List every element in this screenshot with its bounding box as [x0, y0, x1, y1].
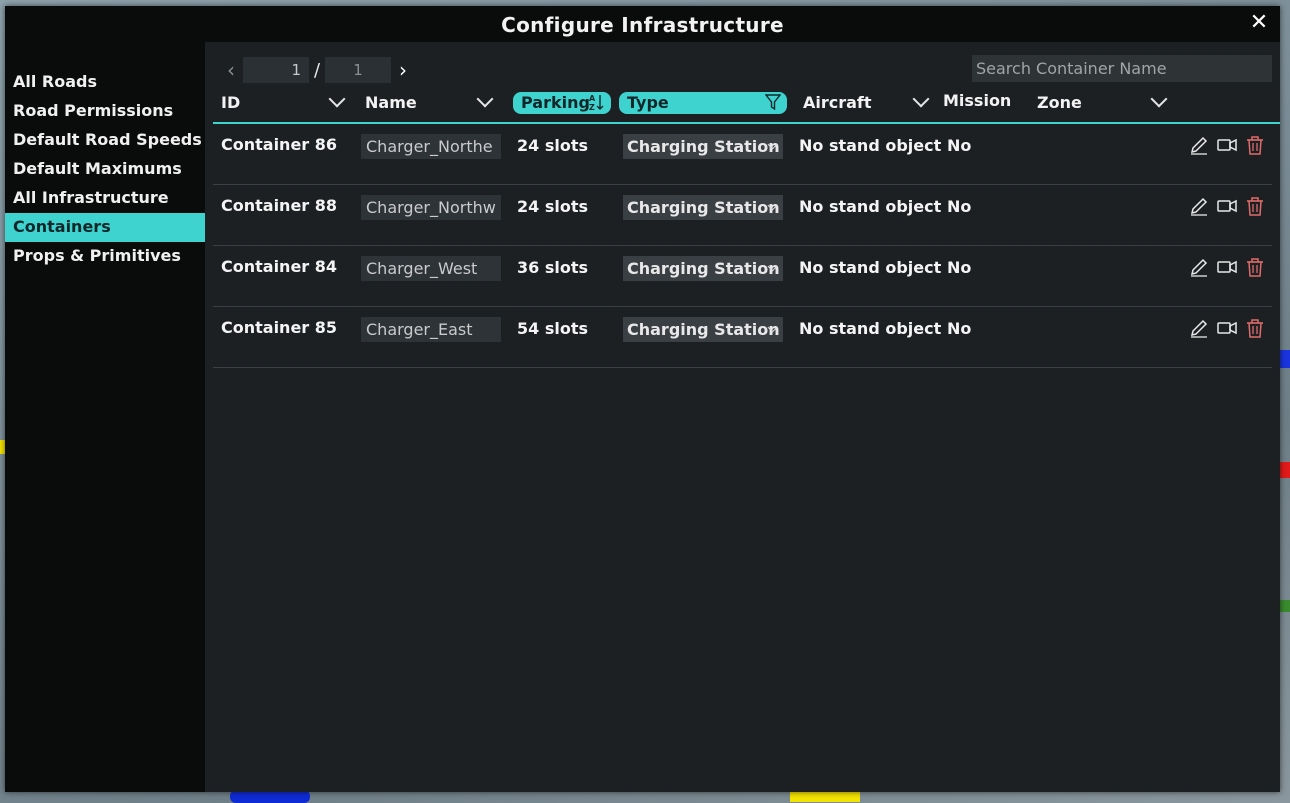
column-mission-header[interactable]: Mission	[943, 90, 1023, 112]
row-type-select[interactable]: Charging Station	[623, 256, 783, 281]
sidebar-item-road-permissions[interactable]: Road Permissions	[5, 97, 205, 126]
table-row[interactable]: Container 84 Charger_West 36 slots Charg…	[213, 246, 1272, 307]
row-id: Container 88	[221, 196, 338, 215]
row-parking: 36 slots	[517, 258, 589, 277]
row-type-value: Charging Station	[627, 259, 780, 278]
column-mission-label: Mission	[943, 91, 1012, 110]
column-zone-header[interactable]: Zone	[1037, 90, 1168, 114]
row-mission: No	[947, 258, 972, 277]
pagination: ‹ 1 / 1 ›	[219, 56, 415, 84]
column-type-label: Type	[627, 93, 669, 112]
column-id-header[interactable]: ID	[221, 90, 346, 114]
row-actions	[1188, 195, 1272, 217]
row-id: Container 86	[221, 135, 338, 154]
column-parking-label: Parking	[521, 93, 590, 112]
edit-icon[interactable]	[1188, 195, 1210, 217]
column-aircraft-header[interactable]: Aircraft	[803, 90, 930, 114]
row-id: Container 85	[221, 318, 338, 337]
row-id: Container 84	[221, 257, 338, 276]
row-actions	[1188, 256, 1272, 278]
row-name-field[interactable]: Charger_Northw	[361, 195, 501, 220]
row-aircraft: No stand object	[799, 197, 942, 216]
column-id-label: ID	[221, 93, 241, 112]
dialog-title: Configure Infrastructure	[501, 13, 784, 37]
row-type-value: Charging Station	[627, 198, 780, 217]
row-mission: No	[947, 319, 972, 338]
row-type-value: Charging Station	[627, 320, 780, 339]
chevron-down-icon[interactable]	[1150, 90, 1168, 108]
chevron-down-icon[interactable]	[328, 90, 346, 108]
camera-icon[interactable]	[1216, 317, 1238, 339]
sidebar-item-containers[interactable]: Containers	[5, 213, 205, 242]
camera-icon[interactable]	[1216, 195, 1238, 217]
camera-icon[interactable]	[1216, 134, 1238, 156]
row-aircraft: No stand object	[799, 319, 942, 338]
sort-icon[interactable]: AZ	[589, 92, 605, 120]
main-panel: ‹ 1 / 1 › ID Name Parking AZ Type	[205, 42, 1280, 792]
page-separator: /	[313, 59, 321, 81]
row-parking: 24 slots	[517, 136, 589, 155]
sidebar-item-all-roads[interactable]: All Roads	[5, 68, 205, 97]
current-page-field[interactable]: 1	[243, 57, 309, 83]
filter-icon[interactable]	[764, 92, 782, 120]
delete-icon[interactable]	[1244, 195, 1266, 217]
chevron-down-icon[interactable]	[912, 90, 930, 108]
sidebar: All Roads Road Permissions Default Road …	[5, 68, 205, 271]
row-actions	[1188, 317, 1272, 339]
row-mission: No	[947, 197, 972, 216]
svg-text:A: A	[589, 94, 596, 103]
total-pages: 1	[325, 57, 391, 83]
svg-text:Z: Z	[589, 103, 595, 112]
edit-icon[interactable]	[1188, 317, 1210, 339]
delete-icon[interactable]	[1244, 256, 1266, 278]
column-zone-label: Zone	[1037, 93, 1082, 112]
camera-icon[interactable]	[1216, 256, 1238, 278]
column-name-header[interactable]: Name	[365, 90, 494, 114]
row-type-select[interactable]: Charging Station	[623, 317, 783, 342]
table-row[interactable]: Container 85 Charger_East 54 slots Charg…	[213, 307, 1272, 368]
row-type-value: Charging Station	[627, 137, 780, 156]
next-page-icon[interactable]: ›	[391, 58, 415, 82]
column-parking-header[interactable]: Parking AZ	[513, 92, 611, 114]
delete-icon[interactable]	[1244, 317, 1266, 339]
row-name-field[interactable]: Charger_Northe	[361, 134, 501, 159]
row-actions	[1188, 134, 1272, 156]
search-input[interactable]	[972, 55, 1272, 82]
row-type-select[interactable]: Charging Station	[623, 134, 783, 159]
row-aircraft: No stand object	[799, 136, 942, 155]
row-mission: No	[947, 136, 972, 155]
row-name-field[interactable]: Charger_East	[361, 317, 501, 342]
edit-icon[interactable]	[1188, 256, 1210, 278]
table-row[interactable]: Container 88 Charger_Northw 24 slots Cha…	[213, 185, 1272, 246]
edit-icon[interactable]	[1188, 134, 1210, 156]
row-type-select[interactable]: Charging Station	[623, 195, 783, 220]
sidebar-item-default-maximums[interactable]: Default Maximums	[5, 155, 205, 184]
row-parking: 24 slots	[517, 197, 589, 216]
sidebar-item-default-road-speeds[interactable]: Default Road Speeds	[5, 126, 205, 155]
row-parking: 54 slots	[517, 319, 589, 338]
row-aircraft: No stand object	[799, 258, 942, 277]
column-aircraft-label: Aircraft	[803, 93, 872, 112]
prev-page-icon[interactable]: ‹	[219, 58, 243, 82]
chevron-down-icon[interactable]	[476, 90, 494, 108]
sidebar-item-all-infrastructure[interactable]: All Infrastructure	[5, 184, 205, 213]
column-type-header[interactable]: Type	[619, 92, 787, 114]
delete-icon[interactable]	[1244, 134, 1266, 156]
column-name-label: Name	[365, 93, 417, 112]
row-name-field[interactable]: Charger_West	[361, 256, 501, 281]
table-header: ID Name Parking AZ Type Aircraft Mission…	[213, 90, 1280, 124]
close-icon[interactable]: ✕	[1248, 12, 1270, 34]
table-row[interactable]: Container 86 Charger_Northe 24 slots Cha…	[213, 124, 1272, 185]
configure-infrastructure-dialog: Configure Infrastructure ✕ All Roads Roa…	[5, 6, 1280, 792]
sidebar-item-props-primitives[interactable]: Props & Primitives	[5, 242, 205, 271]
